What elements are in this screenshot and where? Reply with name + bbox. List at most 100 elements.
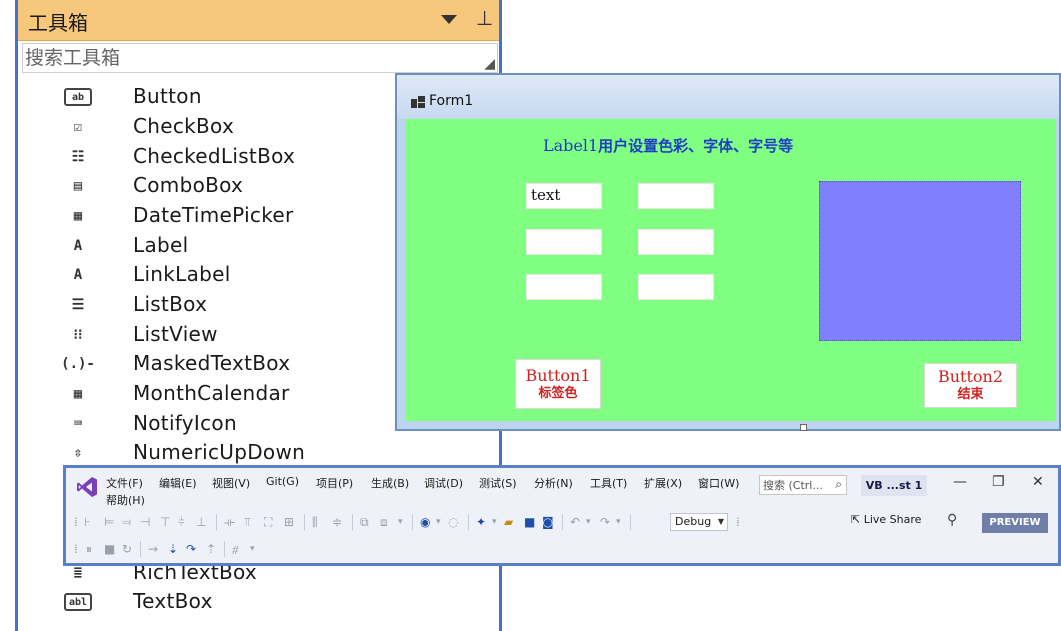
open-file-icon[interactable]: ▰: [504, 511, 513, 533]
panel1[interactable]: [819, 181, 1021, 341]
textbox-3[interactable]: [526, 229, 602, 255]
step-out-icon[interactable]: ⇡: [206, 538, 216, 560]
align-tops-icon[interactable]: ⊤: [160, 511, 170, 533]
make-same-size-icon[interactable]: ⊞: [284, 511, 294, 533]
menu-item[interactable]: 分析(N): [534, 475, 573, 491]
button2-label: Button2: [937, 367, 1004, 386]
vs-search-box[interactable]: ⌕: [759, 475, 847, 495]
toolbox-item-label: ListView: [133, 322, 218, 346]
minimize-icon[interactable]: —: [953, 474, 967, 490]
live-share-icon: ⇱: [851, 513, 864, 526]
toolbar-grip-icon[interactable]: ⁞: [74, 538, 78, 560]
feedback-icon[interactable]: ⚲: [947, 512, 957, 528]
align-middles-icon[interactable]: ⫩: [178, 511, 185, 533]
restore-icon[interactable]: ❐: [992, 474, 1005, 490]
numericupdown-icon: ⇳: [73, 445, 83, 461]
form-icon: [411, 96, 425, 108]
maskedtextbox-icon: (.)-: [61, 356, 95, 372]
form-resize-handle[interactable]: [800, 424, 807, 431]
redo-icon[interactable]: ↷: [600, 511, 610, 533]
make-same-height-icon[interactable]: ⫪: [244, 511, 251, 533]
align-rights-icon[interactable]: ⫤: [122, 511, 131, 533]
solution-configuration-select[interactable]: Debug ▼: [670, 513, 728, 531]
menu-item[interactable]: 文件(F): [106, 475, 143, 491]
toolbox-item-textbox[interactable]: abl TextBox: [18, 588, 488, 617]
hex-display-icon[interactable]: ⧣: [232, 538, 239, 560]
toolbox-item-numericupdown[interactable]: ⇳ NumericUpDown: [18, 439, 488, 468]
label1[interactable]: Label1用户设置色彩、字体、字号等: [543, 135, 793, 156]
undo-dropdown-icon[interactable]: ▾: [586, 511, 591, 533]
toolbox-item-label: CheckBox: [133, 114, 235, 138]
menu-item[interactable]: 生成(B): [371, 475, 409, 491]
live-share-button[interactable]: ⇱ Live Share: [851, 513, 921, 526]
show-next-statement-icon[interactable]: →: [148, 538, 158, 560]
solution-name-badge[interactable]: VB ...st 1: [861, 475, 927, 496]
align-lefts-icon[interactable]: ⊦: [84, 511, 90, 533]
make-same-width-icon[interactable]: ⟛: [224, 511, 235, 533]
new-dropdown-icon[interactable]: ▾: [492, 511, 497, 533]
textbox-2[interactable]: [638, 183, 714, 209]
textbox-6[interactable]: [638, 274, 714, 300]
button2[interactable]: Button2 结束: [924, 363, 1017, 408]
toolbar-overflow-icon[interactable]: ⁞: [736, 511, 740, 533]
toolbar-grip-icon[interactable]: ⁞: [74, 511, 78, 533]
toolbar-separator: [140, 541, 141, 557]
menu-item[interactable]: 工具(T): [590, 475, 627, 491]
restart-icon[interactable]: ↻: [122, 538, 132, 560]
form-titlebar: Form1: [397, 75, 1059, 119]
form-designer-window: Form1 Label1用户设置色彩、字体、字号等 text Button1 标…: [395, 73, 1061, 431]
menu-item[interactable]: 测试(S): [479, 475, 517, 491]
menu-item[interactable]: 扩展(X): [644, 475, 682, 491]
linklabel-icon: A: [73, 267, 83, 283]
debug-toolbar: ⁞ ⏸ ■ ↻ → ⇣ ↷ ⇡ ⧣ ▾: [74, 538, 334, 560]
pause-icon[interactable]: ⏸: [86, 538, 92, 560]
back-dropdown-icon[interactable]: ▾: [436, 511, 441, 533]
toolbox-search[interactable]: ◢: [22, 43, 498, 73]
step-into-icon[interactable]: ⇣: [168, 538, 178, 560]
search-resize-icon: ◢: [484, 56, 495, 72]
textbox-5[interactable]: [526, 274, 602, 300]
close-icon[interactable]: ✕: [1032, 474, 1044, 490]
toolbar-overflow-icon[interactable]: ▾: [250, 538, 255, 560]
navigate-back-icon[interactable]: ◉: [420, 511, 430, 533]
chevron-down-icon[interactable]: [441, 15, 457, 24]
textbox-4[interactable]: [638, 229, 714, 255]
size-to-grid-icon[interactable]: ⛶: [264, 511, 272, 533]
redo-dropdown-icon[interactable]: ▾: [616, 511, 621, 533]
menu-item[interactable]: 视图(V): [212, 475, 250, 491]
search-icon[interactable]: ⌕: [835, 477, 842, 492]
toolbox-item-label: Label: [133, 233, 189, 257]
send-to-back-icon[interactable]: ⧈: [380, 511, 388, 533]
toolbox-item-label: LinkLabel: [133, 262, 231, 286]
stop-icon[interactable]: ■: [104, 538, 115, 560]
toolbox-item-label: NumericUpDown: [133, 440, 306, 464]
combobox-icon: ▤: [73, 178, 83, 194]
vs-search-input[interactable]: [763, 477, 825, 493]
align-centers-icon[interactable]: ⊨: [104, 511, 114, 533]
step-over-icon[interactable]: ↷: [186, 538, 196, 560]
vertical-spacing-icon[interactable]: ≑: [332, 511, 342, 533]
undo-icon[interactable]: ↶: [570, 511, 580, 533]
align-bottoms-icon[interactable]: ⊥: [196, 511, 206, 533]
save-icon[interactable]: ■: [524, 511, 535, 533]
bring-to-front-icon[interactable]: ⧉: [360, 511, 369, 533]
menu-item[interactable]: Git(G): [266, 475, 299, 488]
menu-help[interactable]: 帮助(H): [106, 492, 145, 508]
save-all-icon[interactable]: ◙: [542, 511, 554, 533]
menu-item[interactable]: 窗口(W): [698, 475, 739, 491]
toolbar-separator: [352, 514, 353, 530]
pin-icon[interactable]: ⊥: [476, 6, 493, 30]
navigate-forward-icon[interactable]: ◌: [448, 511, 458, 533]
textbox-1[interactable]: text: [526, 183, 602, 209]
align-right-edge-icon[interactable]: ⊣: [140, 511, 150, 533]
menu-item[interactable]: 项目(P): [316, 475, 353, 491]
toolbar-overflow-icon[interactable]: ▾: [398, 511, 403, 533]
form-client-area[interactable]: Label1用户设置色彩、字体、字号等 text Button1 标签色 But…: [406, 119, 1056, 421]
preview-badge[interactable]: PREVIEW: [982, 513, 1048, 533]
menu-item[interactable]: 调试(D): [424, 475, 463, 491]
button1[interactable]: Button1 标签色: [515, 359, 601, 409]
toolbox-search-input[interactable]: [25, 45, 485, 71]
new-project-icon[interactable]: ✦: [476, 511, 486, 533]
horizontal-spacing-icon[interactable]: ⫼: [312, 511, 318, 533]
menu-item[interactable]: 编辑(E): [159, 475, 197, 491]
